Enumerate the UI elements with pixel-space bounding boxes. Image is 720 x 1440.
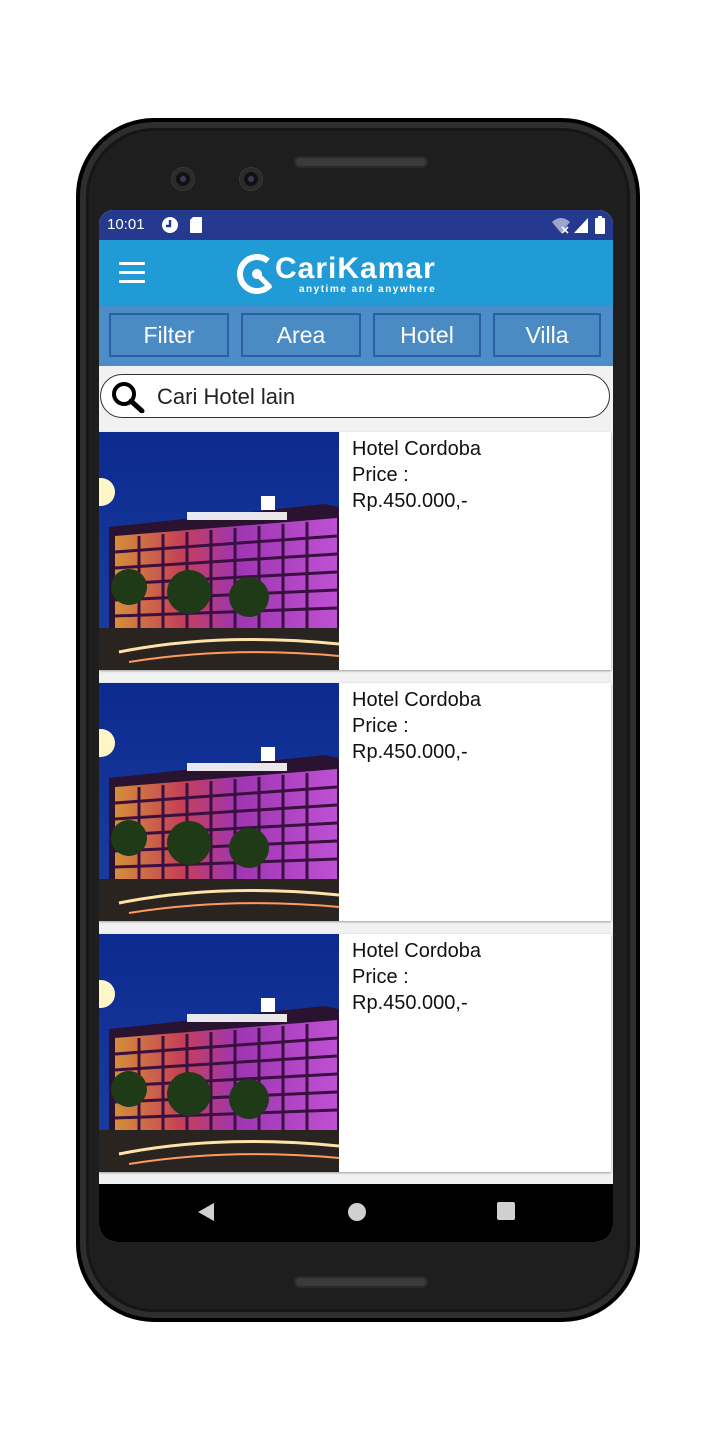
front-sensor [240, 168, 262, 190]
tab-hotel[interactable]: Hotel [373, 313, 481, 357]
signal-icon [573, 216, 589, 238]
logo-name: CariKamar [275, 252, 436, 285]
app-bar: CariKamar anytime and anywhere [99, 240, 613, 306]
carikamar-logo: CariKamar anytime and anywhere [237, 250, 461, 298]
battery-icon [595, 216, 605, 238]
hotel-price: Rp.450.000,- [352, 741, 468, 763]
sync-icon [161, 216, 179, 238]
hotel-card[interactable]: Hotel Cordoba Price : Rp.450.000,- [99, 683, 611, 921]
bottom-speaker [294, 1276, 428, 1288]
hotel-price: Rp.450.000,- [352, 490, 468, 512]
hotel-name: Hotel Cordoba [352, 689, 481, 711]
hotel-card[interactable]: Hotel Cordoba Price : Rp.450.000,- [99, 432, 611, 670]
price-label: Price : [352, 715, 409, 737]
earpiece-speaker [294, 156, 428, 168]
home-icon[interactable] [347, 1202, 367, 1227]
logo-mark-icon [237, 254, 277, 294]
hotel-image[interactable] [99, 683, 339, 921]
hotel-card[interactable]: Hotel Cordoba Price : Rp.450.000,- [99, 934, 611, 1172]
front-camera [172, 168, 194, 190]
hotel-price: Rp.450.000,- [352, 992, 468, 1014]
system-nav-bar [99, 1184, 613, 1242]
price-label: Price : [352, 966, 409, 988]
tab-villa[interactable]: Villa [493, 313, 601, 357]
hotel-image[interactable] [99, 934, 339, 1172]
search-icon [112, 382, 145, 413]
hotel-info: Hotel Cordoba Price : Rp.450.000,- [352, 938, 481, 1016]
tab-filter[interactable]: Filter [109, 313, 229, 357]
wifi-icon [551, 216, 571, 238]
hamburger-menu-icon[interactable] [119, 262, 145, 284]
hotel-info: Hotel Cordoba Price : Rp.450.000,- [352, 436, 481, 514]
back-icon[interactable] [197, 1202, 215, 1227]
hotel-name: Hotel Cordoba [352, 438, 481, 460]
search-input[interactable]: Cari Hotel lain [157, 384, 295, 410]
tab-area[interactable]: Area [241, 313, 361, 357]
category-tabs: Filter Area Hotel Villa [99, 306, 613, 366]
status-bar: 10:01 [99, 210, 613, 240]
price-label: Price : [352, 464, 409, 486]
status-time: 10:01 [107, 216, 145, 233]
search-box[interactable]: Cari Hotel lain [100, 374, 610, 418]
hotel-info: Hotel Cordoba Price : Rp.450.000,- [352, 687, 481, 765]
hotel-image[interactable] [99, 432, 339, 670]
logo-tagline: anytime and anywhere [299, 284, 437, 295]
hotel-name: Hotel Cordoba [352, 940, 481, 962]
recents-icon[interactable] [497, 1202, 515, 1225]
sd-card-icon [189, 216, 203, 238]
phone-screen: 10:01 CariKamar anytime and anywhere Fil… [99, 210, 613, 1242]
